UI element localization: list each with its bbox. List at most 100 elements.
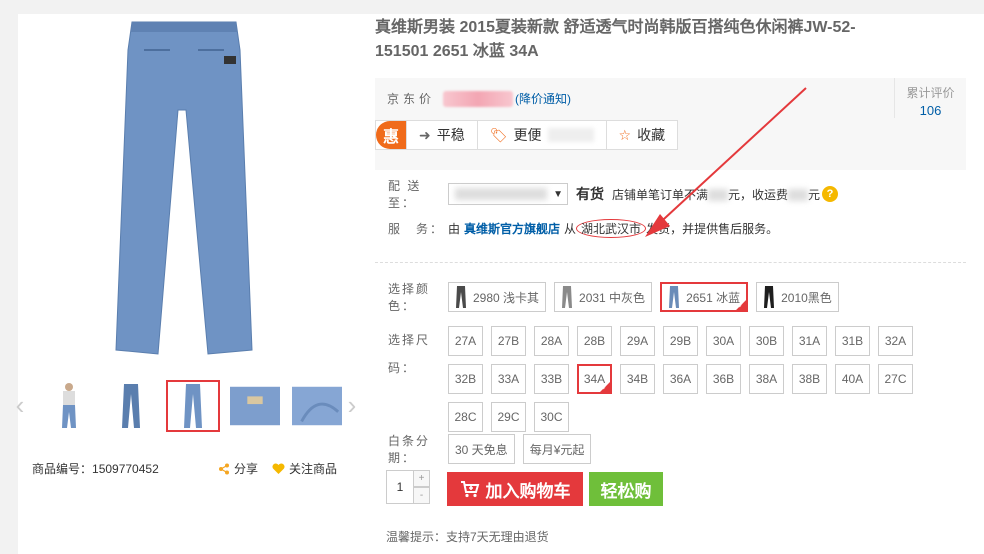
service-suffix: 发货，并提供售后服务。 [646,221,779,236]
follow-label: 关注商品 [289,462,338,476]
product-title: 真维斯男装 2015夏装新款 舒适透气时尚韩版百搭纯色休闲裤JW-52-1515… [375,19,856,60]
follow-button[interactable]: 关注商品 [272,460,337,477]
question-icon[interactable]: ? [822,186,839,202]
delivery-label: 配 送 至： [388,179,422,210]
size-options: 27A 27B 28A 28B 29A 29B 30A 30B 31A 31B 32A 32B 33A 3… [448,326,920,432]
size-option[interactable]: 36A [663,364,698,394]
promo-item-favorite[interactable]: ☆ 收藏 [605,121,678,149]
thumbnail[interactable] [42,380,96,432]
promo-item-stable[interactable]: ➜ 平稳 [406,121,477,149]
chevron-down-icon: ▼ [553,188,563,200]
quantity-plus-button[interactable]: + [414,470,430,487]
size-option[interactable]: 32A [878,326,913,356]
size-option[interactable]: 28A [534,326,569,356]
promo-label: 平稳 [436,127,465,143]
stock-status: 有货 [576,186,604,202]
share-follow: 分享 关注商品 [218,460,337,477]
add-to-cart-button[interactable]: 加入购物车 [447,472,583,506]
installment-chooser: 白条分期： 30 天免息 每月¥元起 [388,432,968,466]
installment-option[interactable]: 每月¥元起 [522,434,592,464]
installment-label: 白条分期： [388,434,431,465]
size-option[interactable]: 38A [749,364,784,394]
share-label: 分享 [234,462,259,476]
color-option-label: 2010黑色 [781,290,832,305]
price-row: 京东价 (降价通知) [387,90,571,107]
thumbnail-selected[interactable] [166,380,220,432]
quantity-input[interactable]: 1 [386,470,414,504]
size-option[interactable]: 27B [491,326,526,356]
blurred-text [547,128,594,142]
price-label: 京东价 [387,92,436,106]
seller-link[interactable]: 真维斯官方旗舰店 [464,220,560,237]
size-option[interactable]: 31A [792,326,827,356]
blurred-address [455,188,548,200]
pants-swatch-icon [562,286,573,308]
price-box: 京东价 (降价通知) 累计评价 106 惠 ➜ 平稳 🏷 更便 ☆ 收藏 [375,78,966,170]
promo-label: 更便 [513,127,542,143]
color-label: 选择颜色： [388,282,431,313]
color-option-label: 2031 中灰色 [579,290,646,305]
price-notice-link[interactable]: (降价通知) [515,90,571,107]
size-option[interactable]: 29C [491,402,526,432]
delivery-row: 配 送 至： ▼ 有货 店铺单笔订单不满 元，收运费元 ? [388,179,948,210]
address-select[interactable]: ▼ [448,183,568,205]
quantity-stepper: 1 + - [386,470,430,504]
sku-label: 商品编号： [32,462,93,476]
size-option[interactable]: 30B [749,326,784,356]
delivery-section: 配 送 至： ▼ 有货 店铺单笔订单不满 元，收运费元 ? 服 务： 由 真维斯官… [388,179,948,240]
size-label: 选择尺码： [388,333,431,375]
installment-option[interactable]: 30 天免息 [448,434,515,464]
size-option[interactable]: 28C [448,402,483,432]
size-option[interactable]: 34A [577,364,612,394]
warm-tip: 温馨提示：支持7天无理由退货 [386,530,549,544]
share-icon [219,463,229,474]
color-chooser: 选择颜色： 2980 浅卡其 2031 中灰色 2651 冰蓝 2010黑色 [388,280,968,314]
arrow-right-icon: ➜ [419,126,431,143]
promo-item-cheaper[interactable]: 🏷 更便 [476,121,606,149]
installment-options: 30 天免息 每月¥元起 [448,434,592,464]
promo-label: 收藏 [637,127,666,143]
easy-buy-button[interactable]: 轻松购 [589,472,663,506]
size-option[interactable]: 27C [878,364,913,394]
color-option-label: 2651 冰蓝 [686,290,741,305]
thumbnail[interactable] [104,380,158,432]
size-option[interactable]: 30A [706,326,741,356]
review-count-box[interactable]: 累计评价 106 [894,78,966,118]
sku-number: 1509770452 [92,462,159,476]
thumbnail[interactable] [290,380,344,432]
main-product-image[interactable] [74,20,304,360]
heart-icon [272,462,285,474]
size-option[interactable]: 33A [491,364,526,394]
pants-swatch-icon [669,286,680,308]
share-button[interactable]: 分享 [218,460,258,477]
size-option[interactable]: 40A [835,364,870,394]
color-option[interactable]: 2031 中灰色 [554,282,653,312]
size-option[interactable]: 29B [663,326,698,356]
size-option[interactable]: 38B [792,364,827,394]
size-option[interactable]: 34B [620,364,655,394]
promo-bar: 惠 ➜ 平稳 🏷 更便 ☆ 收藏 [375,120,679,150]
thumbnail-strip [42,380,344,432]
tag-icon: 🏷 [489,126,508,143]
divider [375,262,966,263]
color-option[interactable]: 2980 浅卡其 [448,282,547,312]
color-option-label: 2980 浅卡其 [473,290,540,305]
thumbnail[interactable] [228,380,282,432]
size-option[interactable]: 27A [448,326,483,356]
pants-swatch-icon [764,286,775,308]
color-option[interactable]: 2651 冰蓝 [660,282,749,312]
quantity-minus-button[interactable]: - [414,487,430,504]
thumb-next-arrow-icon[interactable]: › [342,390,362,420]
size-option[interactable]: 36B [706,364,741,394]
color-option[interactable]: 2010黑色 [756,282,839,312]
size-option[interactable]: 31B [835,326,870,356]
service-from: 从 [564,221,577,236]
size-option[interactable]: 29A [620,326,655,356]
size-option[interactable]: 30C [534,402,569,432]
size-option[interactable]: 28B [577,326,612,356]
color-options: 2980 浅卡其 2031 中灰色 2651 冰蓝 2010黑色 [448,282,839,312]
size-option[interactable]: 32B [448,364,483,394]
size-option[interactable]: 33B [534,364,569,394]
thumb-prev-arrow-icon[interactable]: ‹ [10,390,30,420]
service-prefix: 由 [448,221,461,236]
